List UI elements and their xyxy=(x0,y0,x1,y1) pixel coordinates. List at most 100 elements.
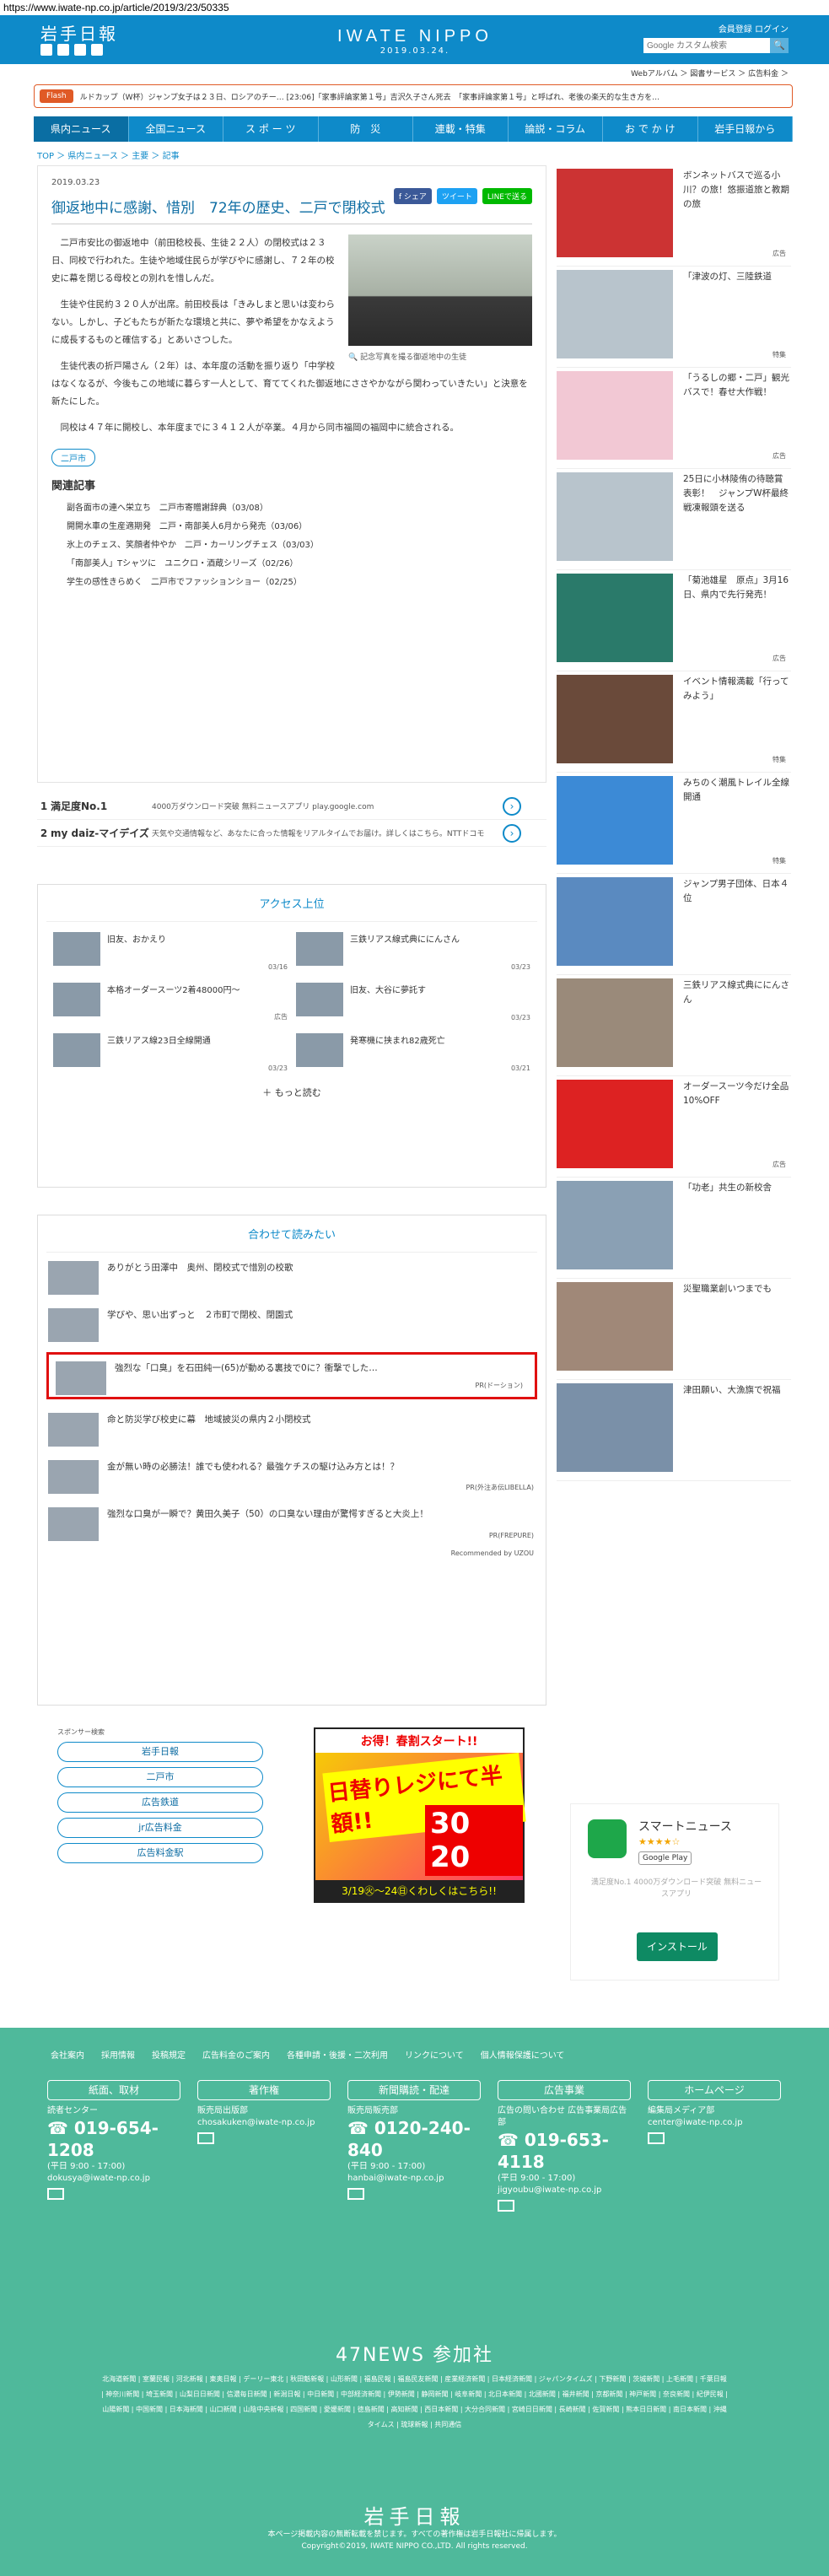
contact-title[interactable]: 著作権 xyxy=(197,2080,331,2100)
side-item[interactable]: 25日に小林陵侑の待聴賞表彰！ ジャンプW杯最終戦凍報頭を送る xyxy=(557,469,791,570)
contact-phone[interactable]: ☎ 0120-240-840 xyxy=(347,2117,481,2161)
reco-title[interactable]: ありがとう田澤中 奥州、閉校式で惜別の校歌 xyxy=(107,1261,293,1291)
facebook-share-button[interactable]: f シェア xyxy=(393,188,432,204)
side-item[interactable]: イベント情報満載「行ってみよう」 特集 xyxy=(557,671,791,773)
mail-icon[interactable] xyxy=(197,2132,214,2144)
access-item[interactable]: 三鉄リアス線23日全線開通 03/23 xyxy=(53,1033,288,1072)
nav-sports[interactable]: ス ポ ー ツ xyxy=(223,116,319,142)
related-item[interactable]: 開開水車の生産適期発 二戸・南部美人6月から発売（03/06） xyxy=(67,518,532,536)
tag-nino[interactable]: 二戸市 xyxy=(51,449,95,466)
access-item[interactable]: 発寒機に挟まれ82歳死亡 03/21 xyxy=(296,1033,530,1072)
reco-title[interactable]: 学びや、思い出ずっと ２市町で閉校、閉園式 xyxy=(107,1308,293,1339)
contact-title[interactable]: 広告事業 xyxy=(498,2080,631,2100)
breadcrumb[interactable]: TOP ＞ 県内ニュース ＞ 主要 ＞ 記事 xyxy=(37,148,180,161)
contact-mail[interactable]: center@iwate-np.co.jp xyxy=(648,2117,781,2129)
footer-logo[interactable]: 岩手日報 xyxy=(0,2500,829,2530)
read-more-button[interactable]: ＋ もっと読む xyxy=(38,1082,546,1099)
side-item[interactable]: ボンネットバスで巡る小川？の旅！悠振道旅と教期の旅 広告 xyxy=(557,165,791,267)
ad-row[interactable]: 1 満足度No.1 4000万ダウンロード突破 無料ニュースアプリ play.g… xyxy=(37,793,546,820)
access-title[interactable]: 本格オーダースーツ2着48000円〜 xyxy=(107,983,240,1021)
related-item[interactable]: 学生の感性きらめく 二戸市でファッションショー（02/25） xyxy=(67,574,532,592)
contact-title[interactable]: 新聞購読・配達 xyxy=(347,2080,481,2100)
access-title[interactable]: 三鉄リアス線23日全線開通 xyxy=(107,1033,211,1072)
contact-title[interactable]: ホームページ xyxy=(648,2080,781,2100)
contact-mail[interactable]: hanbai@iwate-np.co.jp xyxy=(347,2173,481,2185)
reco-credit[interactable]: Recommended by UZOU xyxy=(38,1546,546,1560)
side-title[interactable]: 災聖職業創いつまでも xyxy=(683,1282,772,1379)
search-input[interactable] xyxy=(643,38,770,53)
ad-banner[interactable]: お得！春割スタート!! 日替りレジにて半額!! 30 20 3/19㊋〜24㊐く… xyxy=(314,1727,526,1903)
access-item[interactable]: 旧友、大谷に夢託す 03/23 xyxy=(296,983,530,1021)
reco-item[interactable]: ありがとう田澤中 奥州、閉校式で惜別の校歌 xyxy=(38,1253,546,1300)
flash-news-bar[interactable]: Flash ルドカップ（W杯）ジャンプ女子は２３日、ロシアのチー… [23:06… xyxy=(34,84,793,108)
search-button[interactable]: 🔍 xyxy=(770,38,789,53)
side-title[interactable]: 「津波の灯、三陸鉄道 xyxy=(683,270,772,367)
reco-item[interactable]: 強烈な口臭が一瞬で？黄田久美子（50）の口臭ない理由が驚愕すぎると大炎上！ PR(… xyxy=(38,1499,546,1546)
rss-icon[interactable] xyxy=(74,44,86,56)
nav-rensai[interactable]: 連載・特集 xyxy=(413,116,509,142)
reco-title[interactable]: 命と防災学び校史に幕 地域披災の県内２小閉校式 xyxy=(107,1413,311,1443)
related-item[interactable]: 氷上のチェス、笑顔者仲やか 二戸・カーリングチェス（03/03） xyxy=(67,536,532,555)
twitter-icon[interactable] xyxy=(40,44,52,56)
footer-link[interactable]: リンクについて xyxy=(405,2048,464,2061)
sponsor-link[interactable]: 岩手日報 xyxy=(57,1742,263,1762)
nav-kennai[interactable]: 県内ニュース xyxy=(34,116,129,142)
side-item[interactable]: ジャンプ男子団体、日本４位 xyxy=(557,874,791,975)
footer-link[interactable]: 会社案内 xyxy=(51,2048,84,2061)
side-title[interactable]: ジャンプ男子団体、日本４位 xyxy=(683,877,791,974)
footer-link[interactable]: 各種申請・後援・二次利用 xyxy=(287,2048,388,2061)
sponsor-link[interactable]: jr広告料金 xyxy=(57,1818,263,1838)
access-title[interactable]: 旧友、大谷に夢託す xyxy=(350,983,426,1021)
sponsor-link[interactable]: 広告料金駅 xyxy=(57,1843,263,1863)
nav-odekake[interactable]: お で か け xyxy=(603,116,698,142)
access-title[interactable]: 三鉄リアス線式典ににんさん xyxy=(350,932,460,971)
tweet-button[interactable]: ツイート xyxy=(436,188,477,204)
side-item[interactable]: 「津波の灯、三陸鉄道 特集 xyxy=(557,267,791,368)
access-item[interactable]: 三鉄リアス線式典ににんさん 03/23 xyxy=(296,932,530,971)
ad-title[interactable]: my daiz-マイデイズ xyxy=(51,826,152,840)
side-item[interactable]: 災聖職業創いつまでも xyxy=(557,1279,791,1380)
access-title[interactable]: 発寒機に挟まれ82歳死亡 xyxy=(350,1033,445,1072)
side-title[interactable]: 「功老」共生の新校舎 xyxy=(683,1181,772,1278)
sponsor-link[interactable]: 広告鉄道 xyxy=(57,1792,263,1813)
reco-item[interactable]: 命と防災学び校史に幕 地域披災の県内２小閉校式 xyxy=(38,1404,546,1452)
nav-bousai[interactable]: 防 災 xyxy=(319,116,413,142)
news47-papers[interactable]: 北海道新聞 | 室蘭民報 | 河北新報 | 東奥日報 | デーリー東北 | 秋田… xyxy=(101,2372,728,2433)
flash-text[interactable]: ルドカップ（W杯）ジャンプ女子は２３日、ロシアのチー… [23:06]「家事評論… xyxy=(80,91,660,102)
footer-link[interactable]: 採用情報 xyxy=(101,2048,135,2061)
related-item[interactable]: 「南部美人」Tシャツに ユニクロ・酒蔵シリーズ（02/26） xyxy=(67,555,532,574)
side-item[interactable]: 「うるしの郷・二戸」観光バスで！春せ大作戦！ 広告 xyxy=(557,368,791,469)
line-share-button[interactable]: LINEで送る xyxy=(482,188,532,204)
contact-mail[interactable]: jigyoubu@iwate-np.co.jp xyxy=(498,2185,631,2196)
reco-item[interactable]: 学びや、思い出ずっと ２市町で閉校、閉園式 xyxy=(38,1300,546,1347)
footer-link[interactable]: 広告料金のご案内 xyxy=(202,2048,270,2061)
nav-iwate[interactable]: 岩手日報から xyxy=(698,116,793,142)
contact-phone[interactable]: ☎ 019-654-1208 xyxy=(47,2117,180,2161)
access-item[interactable]: 旧友、おかえり 03/16 xyxy=(53,932,288,971)
side-item[interactable]: みちのく潮風トレイル全線開通 特集 xyxy=(557,773,791,874)
reco-item[interactable]: 金が無い時の必勝法！誰でも使われる？最強ケチスの駆け込み方とは！？ PR(外注あ伝… xyxy=(38,1452,546,1499)
reco-item-highlighted[interactable]: 強烈な「口臭」を石田純一(65)が動める裏技で0に？衝撃でした… PR(ドーション… xyxy=(46,1352,537,1399)
side-title[interactable]: 25日に小林陵侑の待聴賞表彰！ ジャンプW杯最終戦凍報頭を送る xyxy=(683,472,791,569)
side-item[interactable]: 三鉄リアス線式典ににんさん xyxy=(557,975,791,1076)
access-title[interactable]: 旧友、おかえり xyxy=(107,932,166,971)
contact-mail[interactable]: dokusya@iwate-np.co.jp xyxy=(47,2173,180,2185)
facebook-icon[interactable] xyxy=(57,44,69,56)
side-item[interactable]: 「功老」共生の新校舎 xyxy=(557,1178,791,1279)
mail-icon[interactable] xyxy=(347,2188,364,2200)
reco-title[interactable]: 強烈な「口臭」を石田純一(65)が動める裏技で0に？衝撃でした… xyxy=(115,1361,378,1390)
chevron-right-icon[interactable]: › xyxy=(503,823,521,843)
url-bar[interactable]: https://www.iwate-np.co.jp/article/2019/… xyxy=(0,0,829,15)
site-logo[interactable]: 岩手日報 xyxy=(40,20,118,45)
nav-zenkoku[interactable]: 全国ニュース xyxy=(129,116,223,142)
member-links[interactable]: 会員登録 ログイン xyxy=(643,22,789,35)
footer-link[interactable]: 投稿規定 xyxy=(152,2048,186,2061)
side-item[interactable]: 「菊池雄星 原点」3月16日、県内で先行発売！ 広告 xyxy=(557,570,791,671)
sponsor-link[interactable]: 二戸市 xyxy=(57,1767,263,1787)
related-item[interactable]: 副各面市の連へ栄立ち 二戸市寄贈謝辞典（03/08） xyxy=(67,499,532,518)
article-photo[interactable]: 🔍 記念写真を撮る御返地中の生徒 xyxy=(348,234,532,367)
side-title[interactable]: 三鉄リアス線式典ににんさん xyxy=(683,978,791,1075)
contact-phone[interactable]: ☎ 019-653-4118 xyxy=(498,2129,631,2173)
chevron-right-icon[interactable]: › xyxy=(503,796,521,816)
google-play-badge[interactable]: Google Play xyxy=(638,1851,692,1865)
